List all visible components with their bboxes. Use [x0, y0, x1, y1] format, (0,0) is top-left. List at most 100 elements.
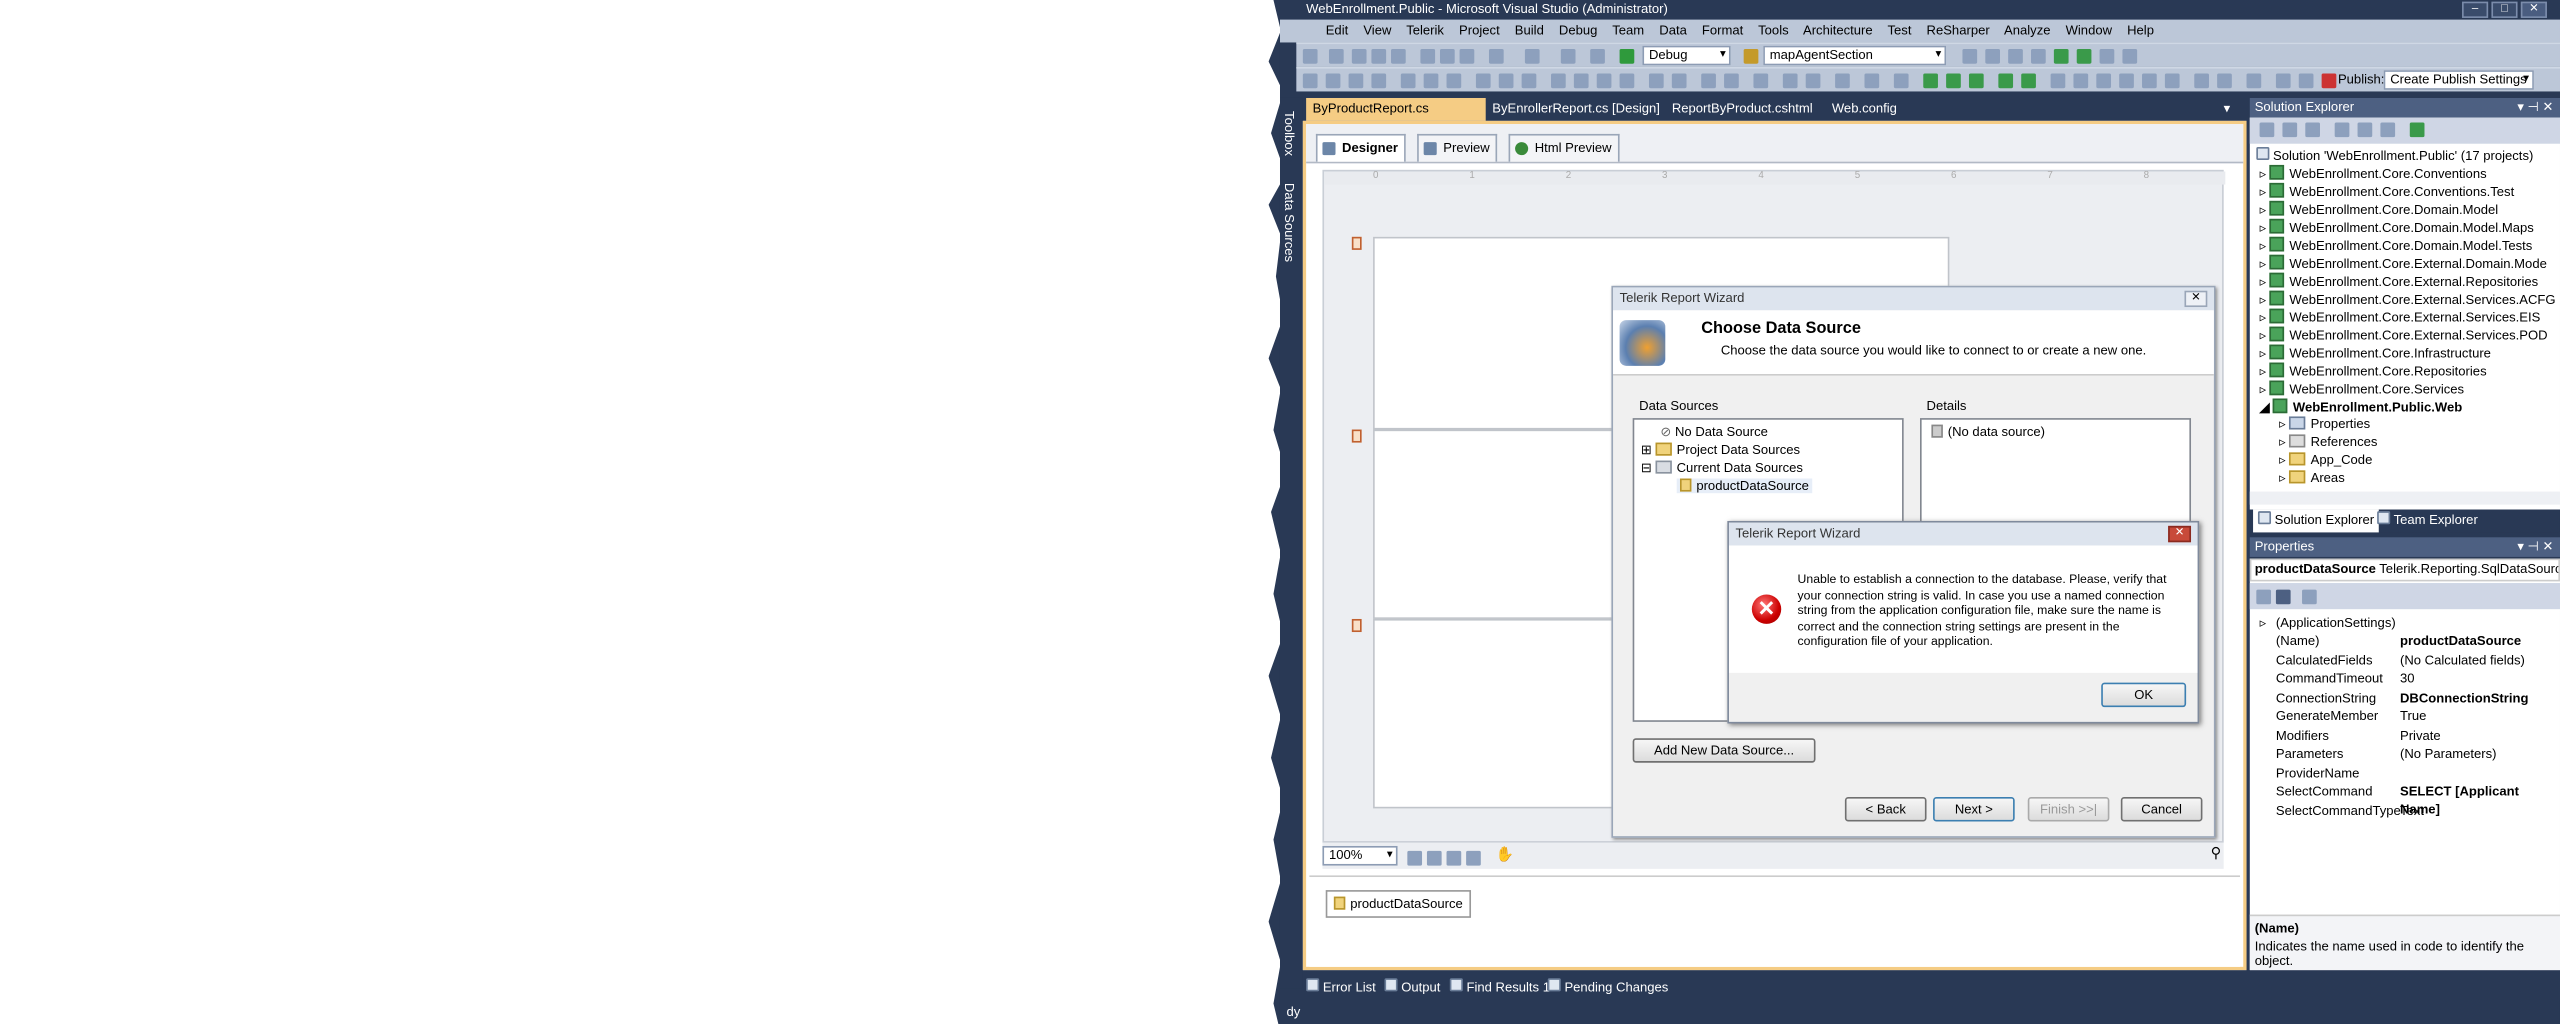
tree-folder[interactable]: ▹ App_Code [2279, 452, 2372, 467]
snap-icon[interactable] [1426, 850, 1442, 866]
save-icon[interactable] [1371, 48, 1387, 64]
page-header-icon[interactable] [1351, 236, 1362, 250]
window-icon-6[interactable] [2164, 73, 2180, 89]
horizontal-scrollbar[interactable] [2249, 491, 2560, 505]
tree-project[interactable]: ▹ WebEnrollment.Core.External.Services.A… [2260, 290, 2556, 307]
grid-icon[interactable] [1407, 850, 1423, 866]
expand-icon[interactable]: ▹ [2260, 614, 2267, 632]
zoom-select[interactable]: 100% [1322, 845, 1398, 866]
tab-web-config[interactable]: Web.config [1825, 98, 1903, 121]
property-row[interactable]: ProviderName [2250, 764, 2560, 782]
page-footer-icon[interactable] [1351, 618, 1362, 633]
menu-data[interactable]: Data [1659, 23, 1687, 38]
wizard-close-button[interactable]: ✕ [2184, 290, 2208, 308]
tab-team-explorer[interactable]: Team Explorer [2377, 510, 2478, 533]
property-value[interactable]: productDataSource [2400, 632, 2521, 650]
tab-byproductreport[interactable]: ByProductReport.cs [Design] ✕ [1306, 97, 1486, 139]
copy-icon[interactable] [1439, 48, 1455, 64]
menu-telerik[interactable]: Telerik [1406, 23, 1444, 38]
menu-help[interactable]: Help [2127, 23, 2154, 38]
property-row[interactable]: CalculatedFields (No Calculated fields) [2250, 652, 2560, 670]
find-icon[interactable] [1743, 48, 1759, 64]
tree-project[interactable]: ▹ WebEnrollment.Core.Repositories [2260, 362, 2487, 379]
data-sources-tab[interactable]: Data Sources [1282, 183, 1297, 262]
tree-product-data-source[interactable]: productDataSource [1676, 478, 1813, 494]
size-icon-3[interactable] [1498, 73, 1514, 89]
size-icon-2[interactable] [1475, 73, 1491, 89]
order-icon-2[interactable] [1724, 73, 1739, 89]
tab-solution-explorer[interactable]: Solution Explorer [2253, 509, 2380, 533]
add-new-data-source-button[interactable]: Add New Data Source... [1632, 738, 1816, 763]
redo-icon[interactable] [1524, 48, 1540, 64]
property-value[interactable]: (No Parameters) [2400, 745, 2497, 763]
expand-icon[interactable]: ⊞ [1641, 443, 1656, 458]
menu-format[interactable]: Format [1702, 23, 1743, 38]
property-row[interactable]: (Name) productDataSource [2250, 632, 2560, 650]
layout-icon[interactable] [1446, 850, 1462, 866]
tree-folder[interactable]: ▹ References [2279, 434, 2377, 449]
minimize-button[interactable]: – [2462, 1, 2489, 18]
close-button[interactable]: ✕ [2520, 1, 2547, 18]
tab-preview[interactable]: Preview [1417, 133, 1498, 162]
configuration-select[interactable]: Debug [1642, 45, 1731, 66]
tree-current-data-sources[interactable]: ⊟ Current Data Sources [1641, 460, 1803, 476]
size-icon-1[interactable] [1446, 73, 1462, 89]
order-icon-8[interactable] [1893, 73, 1909, 89]
property-value[interactable]: DBConnectionString [2400, 689, 2528, 707]
navigate-forward-icon[interactable] [1590, 48, 1605, 64]
window-icon-3[interactable] [2096, 73, 2112, 89]
menu-view[interactable]: View [1363, 23, 1391, 38]
se-toolbar-icon-5[interactable] [2357, 122, 2373, 138]
cancel-button[interactable]: Cancel [2120, 796, 2203, 822]
property-row[interactable]: Modifiers Private [2250, 727, 2560, 745]
align-icon-5[interactable] [1400, 73, 1416, 89]
property-value[interactable]: Private [2400, 727, 2441, 745]
se-toolbar-icon-3[interactable] [2305, 122, 2320, 138]
new-project-icon[interactable] [1302, 48, 1318, 64]
menu-tools[interactable]: Tools [1758, 23, 1789, 38]
se-toolbar-icon-4[interactable] [2334, 122, 2350, 138]
add-item-icon[interactable] [1328, 48, 1344, 64]
tree-solution[interactable]: Solution 'WebEnrollment.Public' (17 proj… [2256, 146, 2533, 163]
tree-project-data-sources[interactable]: ⊞ Project Data Sources [1641, 442, 1800, 458]
menu-debug[interactable]: Debug [1559, 23, 1597, 38]
pane-pin-icon[interactable]: ▾ ⊣ ✕ [2517, 537, 2553, 557]
window-icon-9[interactable] [2246, 73, 2262, 89]
refactor-icon-4[interactable] [1998, 73, 2014, 89]
window-icon-11[interactable] [2298, 73, 2314, 89]
align-icon-3[interactable] [1348, 73, 1364, 89]
collapse-icon[interactable]: ⊟ [1641, 461, 1656, 476]
finish-button[interactable]: Finish >>| [2027, 796, 2110, 822]
tab-html-preview[interactable]: Html Preview [1508, 133, 1620, 162]
categorized-icon[interactable] [2256, 589, 2272, 605]
toolbar-icon-3[interactable] [2008, 48, 2023, 64]
toolbar-icon-5[interactable] [2053, 48, 2069, 64]
property-row[interactable]: SelectCommandType Text [2250, 802, 2560, 820]
property-row[interactable]: Parameters (No Parameters) [2250, 745, 2560, 763]
ok-button[interactable]: OK [2101, 682, 2187, 708]
menu-test[interactable]: Test [1887, 23, 1911, 38]
order-icon-5[interactable] [1805, 73, 1821, 89]
error-list-tab[interactable]: Error List [1306, 977, 1376, 1000]
window-icon-2[interactable] [2073, 73, 2089, 89]
refactor-icon-5[interactable] [2021, 73, 2036, 89]
property-value[interactable]: True [2400, 707, 2426, 725]
order-icon-1[interactable] [1701, 73, 1716, 89]
hand-tool-icon[interactable]: ✋ [1496, 846, 1514, 864]
toolbar-icon-7[interactable] [2099, 48, 2115, 64]
property-row[interactable]: GenerateMember True [2250, 707, 2560, 725]
tree-project[interactable]: ▹ WebEnrollment.Core.Domain.Model.Maps [2260, 218, 2534, 235]
align-icon-4[interactable] [1371, 73, 1387, 89]
alphabetical-icon[interactable] [2275, 589, 2291, 605]
spacing-icon-5[interactable] [1648, 73, 1664, 89]
tree-folder[interactable]: ▹ Areas [2279, 470, 2345, 485]
se-toolbar-icon-1[interactable] [2259, 122, 2275, 138]
toolbox-tab[interactable]: Toolbox [1282, 111, 1297, 156]
start-debugging-icon[interactable] [1619, 48, 1635, 64]
se-toolbar-icon-6[interactable] [2380, 122, 2396, 138]
se-toolbar-icon-7[interactable] [2409, 122, 2425, 138]
tree-project[interactable]: ▹ WebEnrollment.Core.External.Repositori… [2260, 272, 2538, 289]
spacing-icon-4[interactable] [1619, 73, 1635, 89]
tab-designer[interactable]: Designer [1315, 133, 1407, 162]
tree-project[interactable]: ▹ WebEnrollment.Core.External.Services.P… [2260, 326, 2548, 343]
